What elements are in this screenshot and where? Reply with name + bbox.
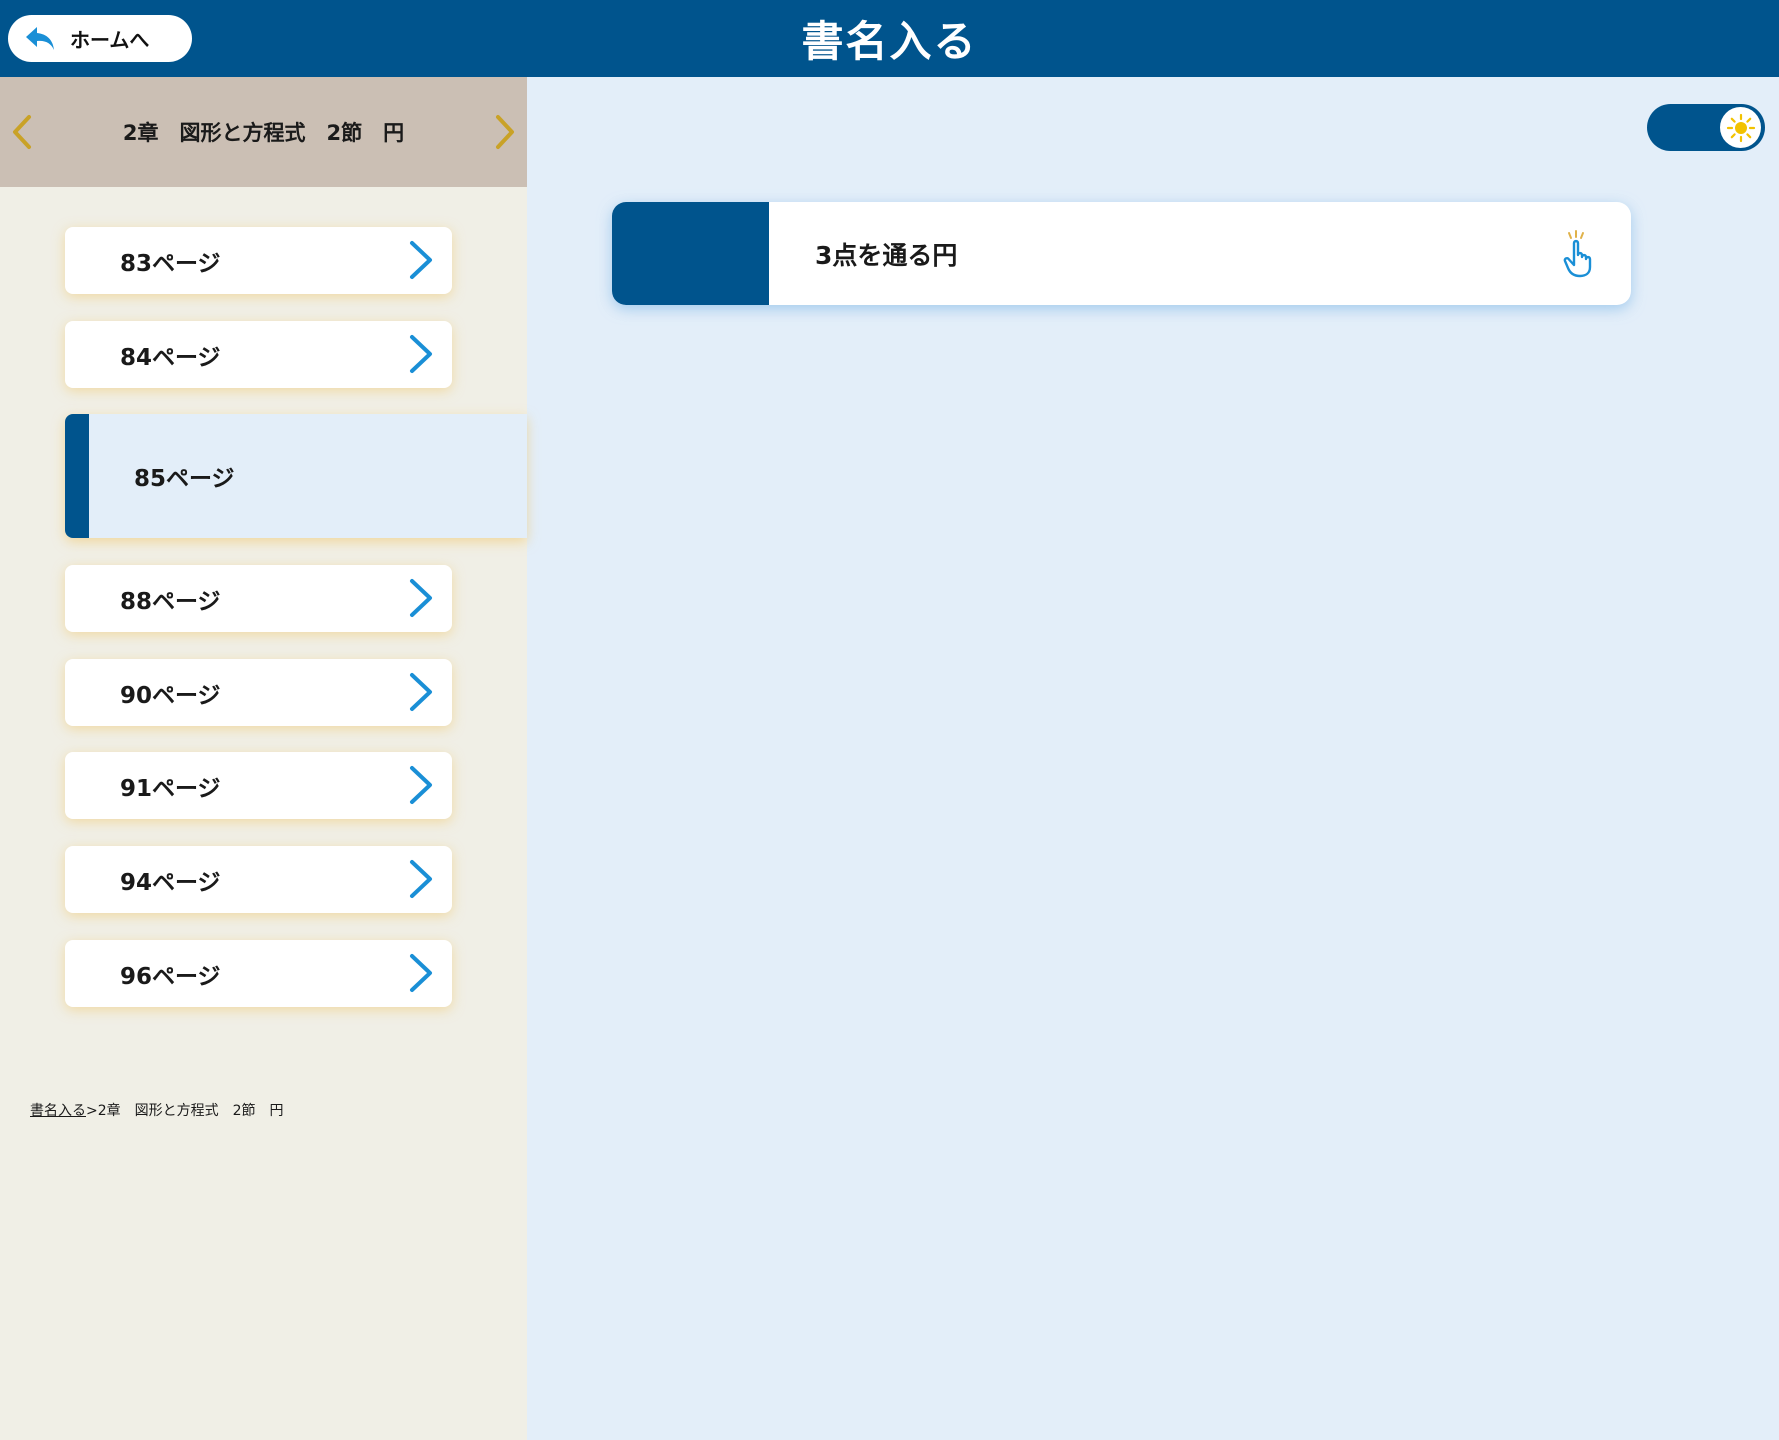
page-item-label: 96ページ	[120, 963, 221, 990]
page-item-91[interactable]: 91ページ	[65, 752, 452, 819]
active-indicator	[65, 414, 89, 538]
page-item-label: 94ページ	[120, 869, 221, 896]
back-arrow-icon	[20, 19, 60, 59]
arrow-right-icon	[410, 241, 432, 279]
theme-toggle-knob	[1720, 107, 1761, 148]
content-item-label: 3点を通る円	[815, 240, 958, 270]
page-item-88[interactable]: 88ページ	[65, 565, 452, 632]
page-item-96[interactable]: 96ページ	[65, 940, 452, 1007]
app-title: 書名入る	[801, 17, 978, 66]
page-item-label: 84ページ	[120, 344, 221, 371]
arrow-right-icon	[410, 673, 432, 711]
breadcrumb-current: 2章 図形と方程式 2節 円	[97, 1103, 284, 1119]
page-item-label: 85ページ	[134, 466, 235, 492]
page-item-label: 83ページ	[120, 250, 221, 277]
arrow-right-icon	[410, 335, 432, 373]
arrow-right-icon	[410, 860, 432, 898]
breadcrumb: 書名入る>2章 図形と方程式 2節 円	[30, 1100, 284, 1120]
chevron-right-icon[interactable]	[485, 107, 525, 157]
home-button-label: ホームへ	[70, 28, 150, 52]
sun-icon	[1726, 113, 1755, 142]
page-item-94[interactable]: 94ページ	[65, 846, 452, 913]
arrow-right-icon	[410, 579, 432, 617]
page-item-83[interactable]: 83ページ	[65, 227, 452, 294]
page-item-90[interactable]: 90ページ	[65, 659, 452, 726]
theme-toggle[interactable]	[1647, 104, 1765, 151]
card-stripe	[612, 202, 769, 305]
sidebar: 2章 図形と方程式 2節 円 83ページ 84ページ 85ページ 88ページ 9…	[0, 77, 527, 1440]
content-item-card[interactable]: 3点を通る円	[612, 202, 1631, 305]
page-item-label: 88ページ	[120, 588, 221, 615]
page-item-85-active[interactable]: 85ページ	[65, 414, 527, 538]
chevron-left-icon[interactable]	[2, 107, 42, 157]
tap-hand-icon	[1563, 230, 1592, 278]
home-button[interactable]: ホームへ	[8, 15, 192, 62]
breadcrumb-root-link[interactable]: 書名入る	[30, 1103, 86, 1119]
arrow-right-icon	[410, 766, 432, 804]
page-item-84[interactable]: 84ページ	[65, 321, 452, 388]
chapter-header: 2章 図形と方程式 2節 円	[0, 77, 527, 187]
page-item-label: 91ページ	[120, 775, 221, 802]
breadcrumb-separator: >	[86, 1103, 98, 1119]
page-item-label: 90ページ	[120, 682, 221, 709]
top-bar: ホームへ 書名入る	[0, 0, 1779, 77]
chapter-title: 2章 図形と方程式 2節 円	[122, 121, 405, 145]
arrow-right-icon	[410, 954, 432, 992]
